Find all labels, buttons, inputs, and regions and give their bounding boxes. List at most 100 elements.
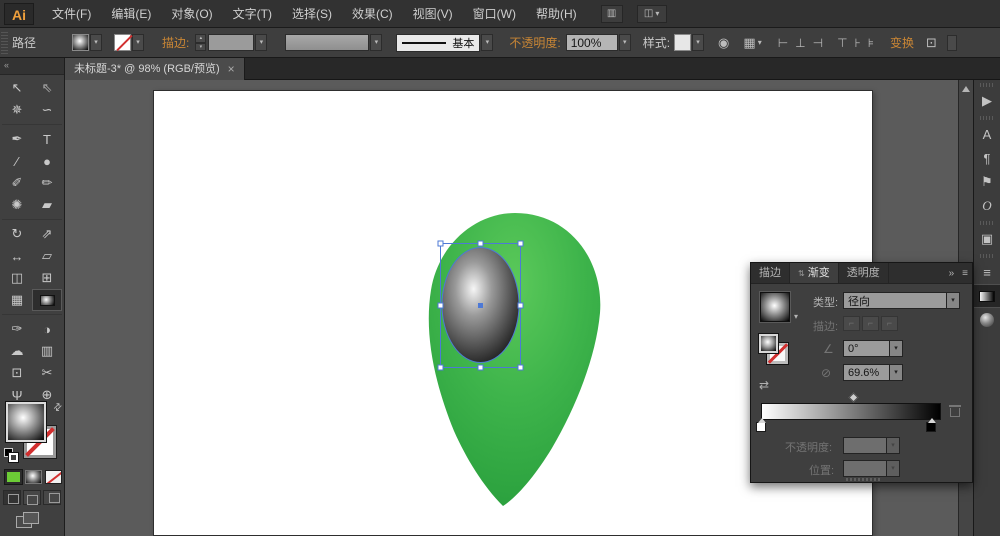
opacity-label[interactable]: 不透明度: bbox=[509, 34, 560, 51]
align-center-icon[interactable]: ⊥ bbox=[795, 36, 805, 50]
constrain-proportions-icon[interactable]: ▦ bbox=[743, 35, 755, 51]
menu-file[interactable]: 文件(F) bbox=[42, 0, 101, 28]
stroke-gradient-within-icon[interactable]: ⌐ bbox=[843, 316, 860, 331]
drag-gripper[interactable] bbox=[1, 32, 8, 54]
tab-stroke[interactable]: 描边 bbox=[751, 263, 790, 283]
stop-opacity-dropdown-icon[interactable]: ▾ bbox=[887, 437, 900, 454]
type-select[interactable]: 径向 bbox=[843, 292, 947, 309]
gradient-preset-dropdown-icon[interactable]: ▾ bbox=[794, 312, 798, 321]
gradient-tool[interactable] bbox=[32, 289, 62, 311]
stroke-gradient-across-icon[interactable]: ⌐ bbox=[881, 316, 898, 331]
width-profile-dropdown-icon[interactable]: ▾ bbox=[370, 34, 382, 51]
stroke-weight-stepper[interactable]: ▴▾ bbox=[195, 34, 206, 51]
scroll-up-icon[interactable] bbox=[962, 86, 970, 92]
panel-fill-well[interactable] bbox=[759, 334, 778, 353]
eraser-tool[interactable]: ▰ bbox=[32, 194, 62, 216]
blend-tool[interactable]: ◑ bbox=[32, 318, 62, 340]
draw-behind-button[interactable] bbox=[23, 490, 41, 505]
clipped-icon[interactable] bbox=[947, 35, 957, 51]
align-bottom-icon[interactable]: ⊧ bbox=[868, 36, 874, 50]
paintbrush-tool[interactable]: ✐ bbox=[2, 172, 32, 194]
angle-dropdown-icon[interactable]: ▾ bbox=[890, 340, 903, 357]
close-icon[interactable]: × bbox=[228, 58, 235, 80]
direct-selection-tool[interactable]: ⇖ bbox=[32, 77, 62, 99]
stop-location-field[interactable] bbox=[843, 460, 887, 477]
panel-resize-gripper[interactable] bbox=[846, 478, 880, 481]
screen-mode-button[interactable] bbox=[16, 512, 42, 530]
line-segment-tool[interactable]: ∕ bbox=[2, 150, 32, 172]
eyedropper-tool[interactable]: ✑ bbox=[2, 318, 32, 340]
width-tool[interactable]: ↔ bbox=[2, 245, 32, 267]
column-graph-tool[interactable]: ▥ bbox=[32, 340, 62, 362]
rotate-tool[interactable]: ↻ bbox=[2, 223, 32, 245]
pen-tool[interactable]: ✒ bbox=[2, 128, 32, 150]
gradient-thumbnail[interactable] bbox=[760, 292, 790, 322]
menu-type[interactable]: 文字(T) bbox=[223, 0, 282, 28]
brush-definition-dropdown-icon[interactable]: ▾ bbox=[481, 34, 493, 51]
dock-stroke-icon[interactable]: ≡ bbox=[974, 260, 1000, 284]
blob-brush-tool[interactable]: ✺ bbox=[2, 194, 32, 216]
opacity-field[interactable]: 100% bbox=[566, 34, 618, 51]
shape-builder-tool[interactable]: ◫ bbox=[2, 267, 32, 289]
aspect-ratio-field[interactable]: 69.6% bbox=[843, 364, 890, 381]
stepper-up-icon[interactable]: ▴ bbox=[195, 34, 206, 43]
dock-gradient-icon[interactable] bbox=[974, 284, 1000, 308]
menu-select[interactable]: 选择(S) bbox=[282, 0, 342, 28]
artboard-tool[interactable]: ⊡ bbox=[2, 362, 32, 384]
stop-location-dropdown-icon[interactable]: ▾ bbox=[887, 460, 900, 477]
default-fill-stroke-icon[interactable] bbox=[4, 448, 18, 462]
delete-stop-icon[interactable] bbox=[950, 408, 960, 417]
panel-menu-icon[interactable]: ≡ bbox=[958, 263, 972, 283]
menu-effect[interactable]: 效果(C) bbox=[342, 0, 403, 28]
stepper-down-icon[interactable]: ▾ bbox=[195, 43, 206, 52]
pear-shape[interactable] bbox=[429, 213, 601, 506]
draw-inside-button[interactable] bbox=[43, 490, 61, 505]
type-dropdown-icon[interactable]: ▾ bbox=[947, 292, 960, 309]
slice-tool[interactable]: ✂ bbox=[32, 362, 62, 384]
stroke-dropdown-icon[interactable]: ▾ bbox=[132, 34, 144, 51]
gradient-slider-bar[interactable] bbox=[761, 403, 941, 420]
dock-paragraph-icon[interactable]: ¶ bbox=[974, 146, 1000, 170]
fill-swatch[interactable] bbox=[72, 34, 89, 51]
lasso-tool[interactable]: ∽ bbox=[32, 99, 62, 121]
dock-transparency-icon[interactable] bbox=[974, 308, 1000, 332]
scale-tool[interactable]: ⇗ bbox=[32, 223, 62, 245]
panel-fill-stroke-proxy[interactable] bbox=[759, 334, 793, 368]
selection-tool[interactable]: ↖ bbox=[2, 77, 32, 99]
color-button[interactable] bbox=[5, 470, 22, 484]
menu-object[interactable]: 对象(O) bbox=[161, 0, 222, 28]
free-transform-tool[interactable]: ▱ bbox=[32, 245, 62, 267]
dock-character-icon[interactable]: A bbox=[974, 122, 1000, 146]
mesh-tool[interactable]: ▦ bbox=[2, 289, 32, 311]
collapse-panel-icon[interactable]: » bbox=[945, 263, 959, 283]
dock-flag-icon[interactable]: ⚑ bbox=[974, 170, 1000, 194]
menu-edit[interactable]: 编辑(E) bbox=[101, 0, 161, 28]
align-top-icon[interactable]: ⊤ bbox=[837, 36, 847, 50]
transform-label[interactable]: 变换 bbox=[890, 34, 914, 51]
width-profile-field[interactable] bbox=[285, 34, 369, 51]
bounding-box-icon[interactable]: ⊡ bbox=[926, 35, 937, 51]
style-dropdown-icon[interactable]: ▾ bbox=[692, 34, 704, 51]
gradient-midpoint-slider[interactable] bbox=[849, 393, 859, 403]
stroke-gradient-along-icon[interactable]: ⌐ bbox=[862, 316, 879, 331]
none-button[interactable] bbox=[45, 470, 62, 484]
workspace-icon[interactable]: ◫▾ bbox=[637, 5, 667, 23]
stroke-weight-dropdown-icon[interactable]: ▾ bbox=[255, 34, 267, 51]
pencil-tool[interactable]: ✏ bbox=[32, 172, 62, 194]
dock-appearance-icon[interactable]: ▣ bbox=[974, 227, 1000, 251]
align-left-icon[interactable]: ⊢ bbox=[778, 36, 788, 50]
align-right-icon[interactable]: ⊣ bbox=[813, 36, 823, 50]
tools-panel-header[interactable]: « bbox=[0, 58, 64, 75]
fill-color-well[interactable] bbox=[6, 402, 46, 442]
gradient-button[interactable] bbox=[25, 470, 42, 484]
type-tool[interactable]: T bbox=[32, 128, 62, 150]
aspect-dropdown-icon[interactable]: ▾ bbox=[890, 364, 903, 381]
stop-opacity-field[interactable] bbox=[843, 437, 887, 454]
stroke-swatch[interactable] bbox=[114, 34, 131, 51]
style-swatch[interactable] bbox=[674, 34, 691, 51]
fill-dropdown-icon[interactable]: ▾ bbox=[90, 34, 102, 51]
magic-wand-tool[interactable]: ✵ bbox=[2, 99, 32, 121]
stroke-weight-label[interactable]: 描边: bbox=[162, 34, 189, 51]
tab-transparency[interactable]: 透明度 bbox=[839, 263, 889, 283]
reverse-gradient-icon[interactable]: ⇄ bbox=[759, 378, 769, 392]
